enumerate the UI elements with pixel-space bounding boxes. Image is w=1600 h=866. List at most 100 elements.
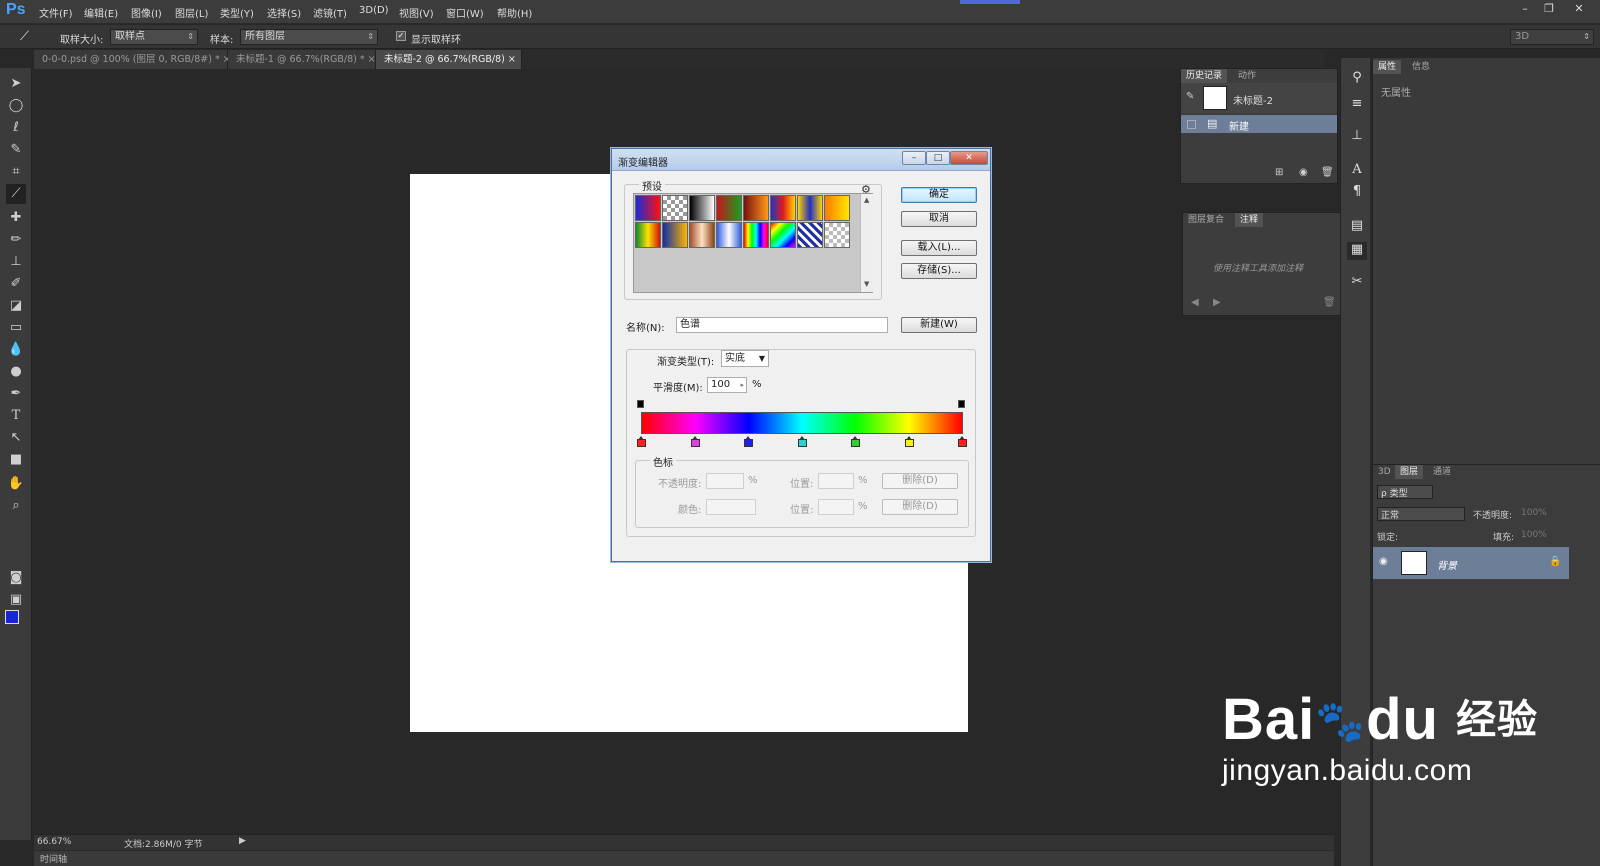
tab-close-icon[interactable]: × [368,54,376,65]
close-window-button[interactable]: ✕ [1568,2,1590,16]
color-stop-marker[interactable] [851,436,860,447]
gradient-preset-swatch[interactable] [689,195,715,221]
show-ring-checkbox[interactable]: ✓ [396,31,406,41]
foreground-color-swatch[interactable] [5,610,19,624]
tab-actions[interactable]: 动作 [1233,69,1261,83]
paragraph-icon[interactable]: ¶ [1347,184,1367,202]
move-tool-icon[interactable]: ➤ [6,74,26,94]
stamp-tool-icon[interactable]: ⊥ [6,252,26,272]
lasso-tool-icon[interactable]: ℓ [6,118,26,138]
marquee-tool-icon[interactable]: ◯ [6,96,26,116]
gradient-preset-swatch[interactable] [743,195,769,221]
cancel-button[interactable]: 取消 [901,211,977,227]
gradient-preset-swatch[interactable] [716,195,742,221]
tab-doc-2[interactable]: 未标题-1 @ 66.7%(RGB/8) * × [228,50,376,69]
tab-layer-comps[interactable]: 图层复合 [1183,213,1229,227]
menu-edit[interactable]: 编辑(E) [84,5,118,20]
quick-mask-icon[interactable]: ◙ [6,568,26,588]
workspace-select[interactable]: 3D [1510,29,1594,45]
history-step-checkbox[interactable] [1187,120,1196,129]
eyedropper-icon[interactable]: ⟋ [20,29,29,44]
gradient-preset-swatch[interactable] [797,222,823,248]
name-field[interactable]: 色谱 [676,317,888,333]
scroll-down-icon[interactable]: ▼ [864,280,869,288]
zoom-tool-icon[interactable]: ⌕ [6,496,26,516]
type-tool-icon[interactable]: T [6,406,26,426]
tab-doc-1[interactable]: 0-0-0.psd @ 100% (图层 0, RGB/8#) * × [34,50,231,69]
history-snapshot-row[interactable]: ✎ 未标题-2 [1181,83,1337,113]
gradient-preset-swatch[interactable] [635,222,661,248]
gradient-preset-swatch[interactable] [824,222,850,248]
fill-value[interactable]: 100% [1521,530,1547,540]
load-button[interactable]: 载入(L)... [901,240,977,256]
dialog-maximize-button[interactable]: □ [926,151,950,165]
menu-image[interactable]: 图像(I) [131,5,162,20]
menu-layer[interactable]: 图层(L) [175,5,208,20]
stepper-arrow-icon[interactable]: ▸ [740,378,744,392]
gradient-preview-bar[interactable] [641,412,963,434]
menu-3d[interactable]: 3D(D) [359,5,389,16]
tab-history[interactable]: 历史记录 [1181,69,1228,83]
blur-tool-icon[interactable]: 💧 [6,340,26,360]
eyedropper-tool-icon[interactable]: ⟋ [6,184,26,204]
color-stop-marker[interactable] [904,436,914,447]
screen-mode-icon[interactable]: ▣ [6,590,26,610]
menu-filter[interactable]: 滤镜(T) [313,5,347,20]
character-icon[interactable]: A [1347,162,1367,180]
scroll-up-icon[interactable]: ▲ [864,196,869,204]
tab-properties[interactable]: 属性 [1373,60,1402,74]
dialog-close-button[interactable]: ✕ [950,151,988,165]
restore-button[interactable]: ❐ [1538,2,1560,16]
opacity-stop-left[interactable] [637,400,644,408]
tab-3d[interactable]: 3D [1373,465,1396,479]
gradient-preset-swatch[interactable] [662,195,688,221]
history-brush-icon[interactable]: ✐ [6,274,26,294]
color-stop-marker[interactable] [744,436,753,447]
dialog-minimize-button[interactable]: – [902,151,926,165]
tools-icon[interactable]: ✂ [1347,274,1367,292]
healing-tool-icon[interactable]: ✚ [6,208,26,228]
blend-mode-select[interactable]: 正常 [1377,507,1465,521]
color-stop-marker[interactable] [637,436,646,447]
dodge-tool-icon[interactable]: ● [6,362,26,382]
sample-size-select[interactable]: 取样点 [110,29,198,45]
tab-channels[interactable]: 通道 [1428,465,1456,479]
gradient-preset-swatch[interactable] [824,195,850,221]
menu-help[interactable]: 帮助(H) [497,5,532,20]
color-stop-track[interactable] [637,436,967,448]
stamp-icon[interactable]: ⊥ [1347,128,1367,146]
menu-select[interactable]: 选择(S) [267,5,301,20]
color-stop-marker[interactable] [797,436,807,447]
gradient-preset-swatch[interactable] [797,195,823,221]
gradient-preset-swatch[interactable] [689,222,715,248]
layer-kind-filter[interactable]: ρ 类型 [1377,485,1433,499]
save-button[interactable]: 存储(S)... [901,263,977,279]
shape-tool-icon[interactable]: ■ [6,450,26,470]
usb-icon[interactable]: ⚲ [1347,70,1367,88]
tab-layers[interactable]: 图层 [1395,465,1424,479]
gradient-tool-icon[interactable]: ▭ [6,318,26,338]
quick-select-tool-icon[interactable]: ✎ [6,140,26,160]
crop-tool-icon[interactable]: ⌗ [6,162,26,182]
minimize-button[interactable]: – [1514,2,1536,16]
gradient-preset-swatch[interactable] [743,222,769,248]
notes-icon[interactable]: ▦ [1347,242,1367,260]
next-note-icon[interactable]: ▶ [1213,297,1221,308]
tab-close-icon[interactable]: × [508,54,516,65]
gradient-preset-swatch[interactable] [635,195,661,221]
trash-icon[interactable]: 🗑 [1323,297,1336,308]
eraser-tool-icon[interactable]: ◪ [6,296,26,316]
gradient-preset-swatch[interactable] [770,222,796,248]
hand-tool-icon[interactable]: ✋ [6,474,26,494]
tab-notes[interactable]: 注释 [1235,213,1264,227]
ok-button[interactable]: 确定 [901,187,977,203]
styles-icon[interactable]: ▤ [1347,218,1367,236]
opacity-stop-right[interactable] [958,400,965,408]
prev-note-icon[interactable]: ◀ [1191,297,1199,308]
history-brush-icon[interactable]: ✎ [1186,91,1194,102]
opacity-value[interactable]: 100% [1521,508,1547,518]
status-arrow-icon[interactable]: ▶ [239,836,246,846]
zoom-level[interactable]: 66.67% [37,837,71,847]
gradient-preset-swatch[interactable] [662,222,688,248]
menu-type[interactable]: 类型(Y) [220,5,254,20]
